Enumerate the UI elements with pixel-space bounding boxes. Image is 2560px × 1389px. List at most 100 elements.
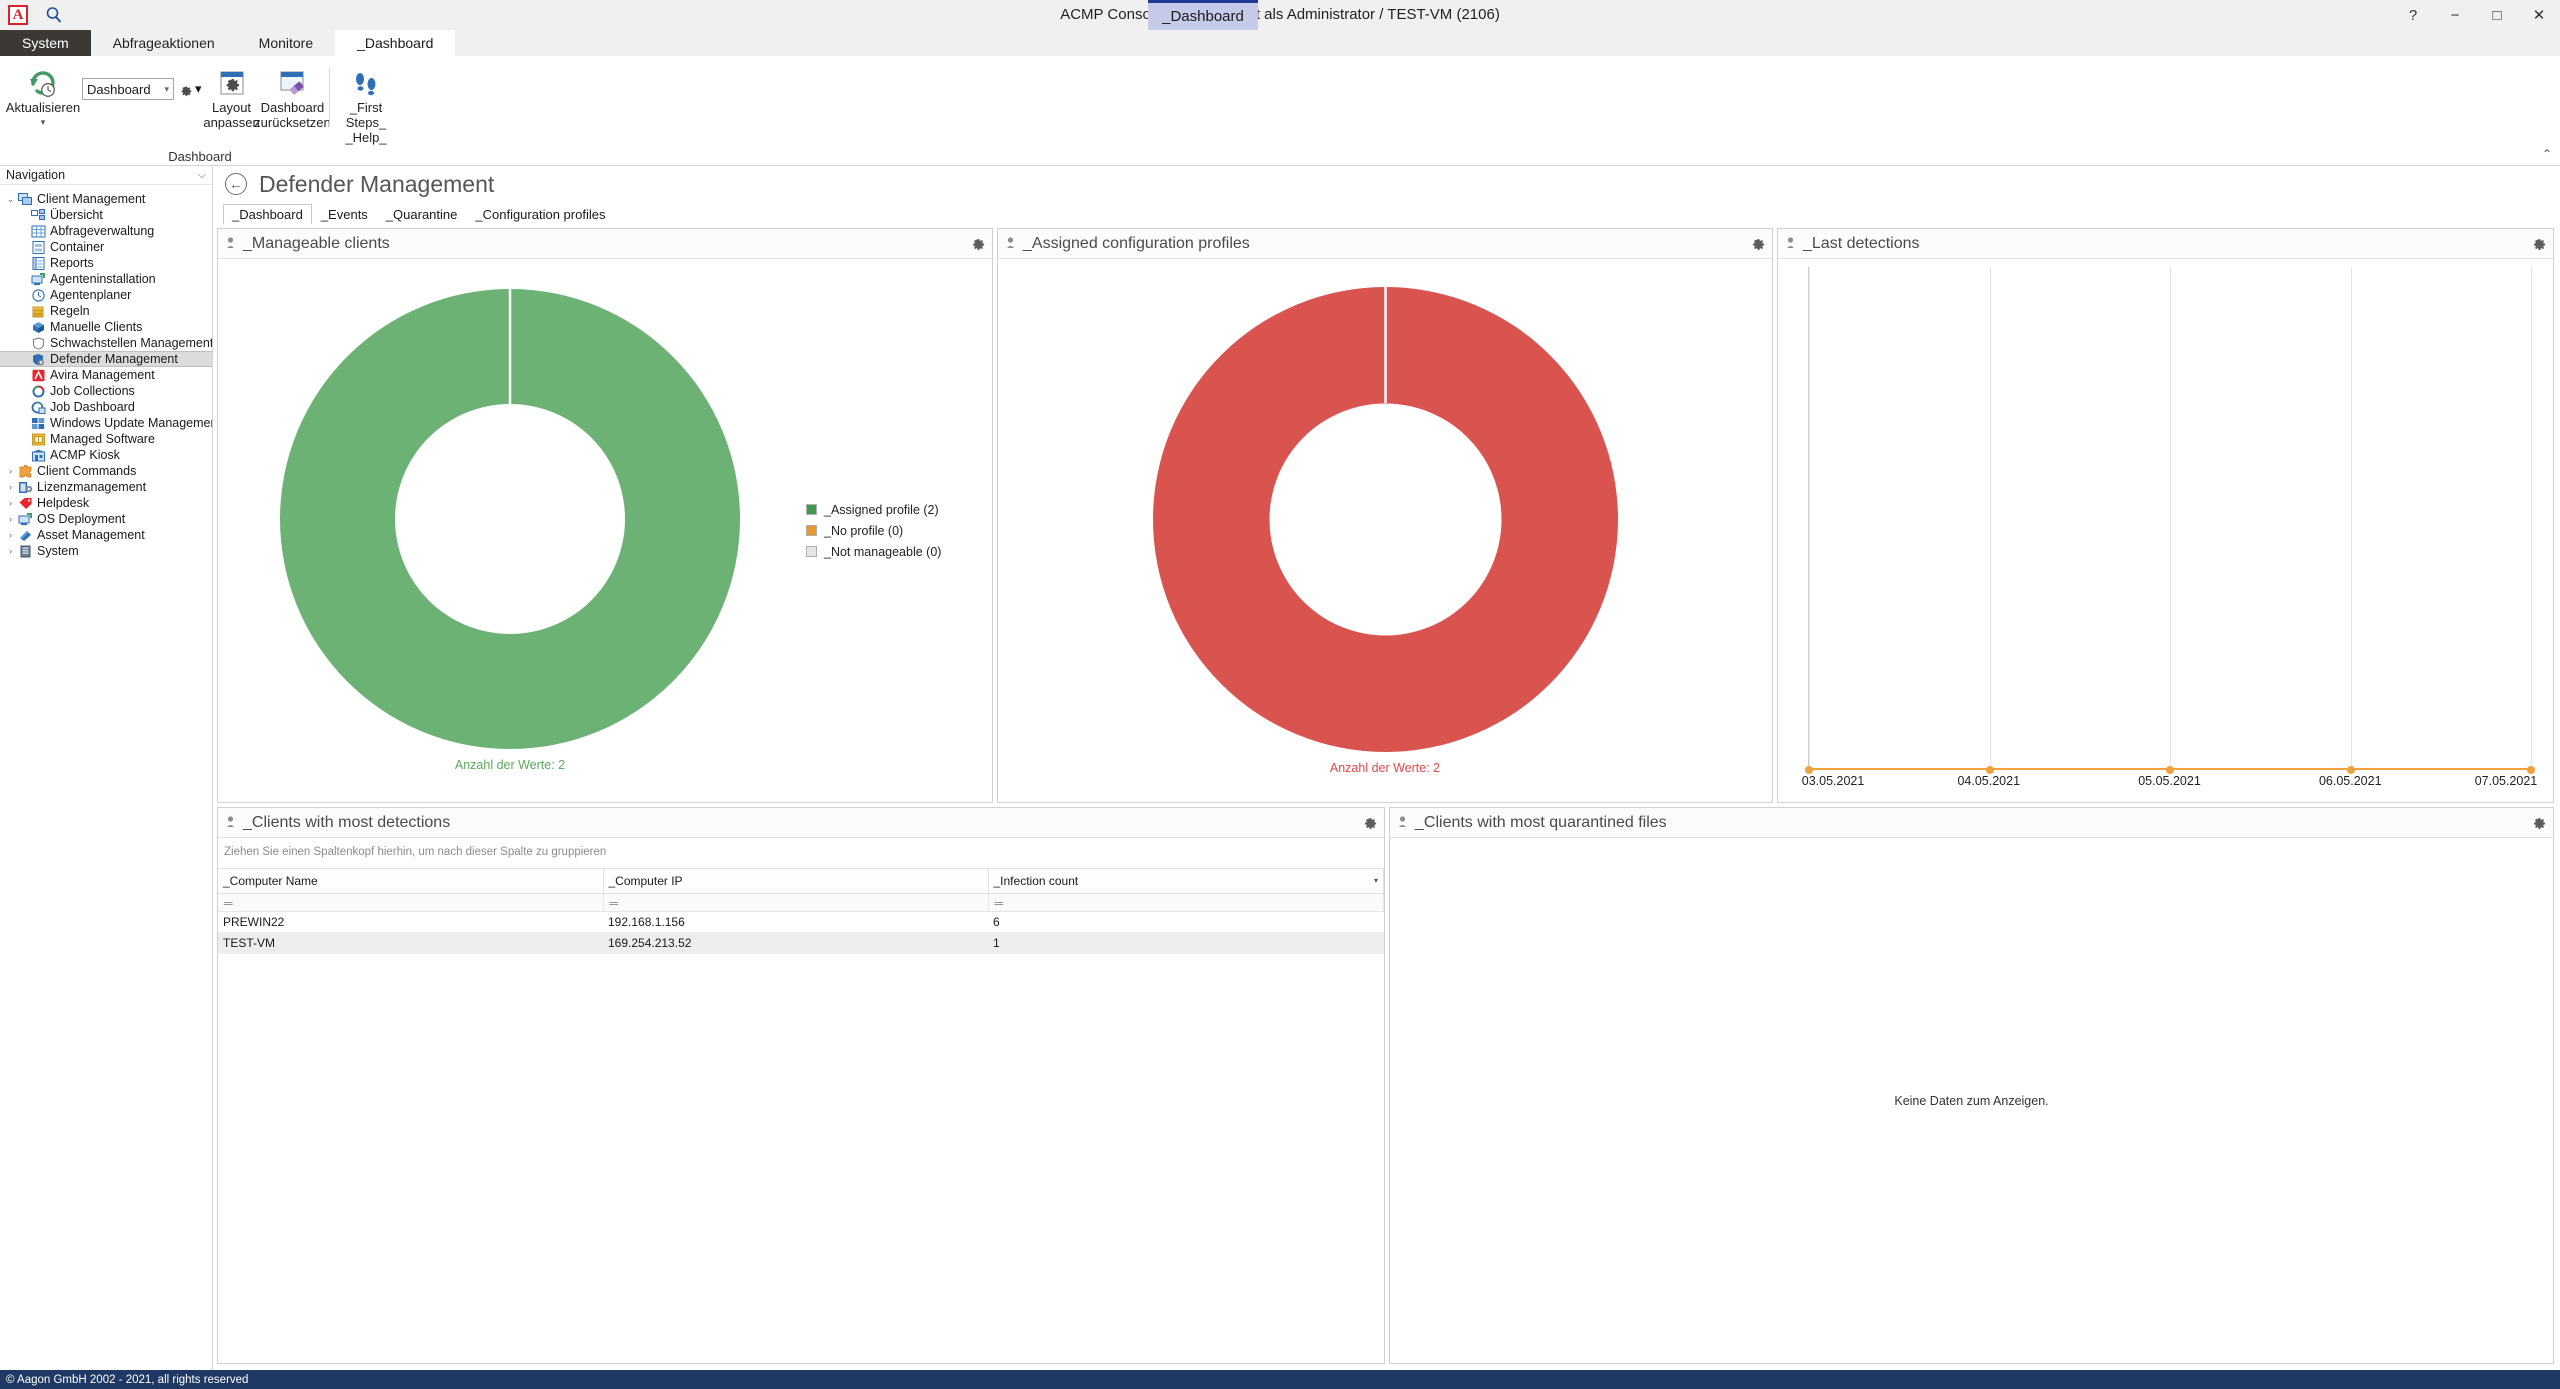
collapse-ribbon-button[interactable]: ⌃ (2542, 147, 2552, 161)
panel-title: _Manageable clients (243, 234, 390, 252)
close-button[interactable]: ✕ (2518, 0, 2560, 30)
help-button[interactable]: ? (2392, 0, 2434, 30)
sidebar-item-helpdesk[interactable]: › Helpdesk (0, 495, 212, 511)
sidebar-item-abfrageverwaltung[interactable]: Abfrageverwaltung (0, 223, 212, 239)
sidebar-item-label: Reports (50, 256, 94, 270)
gear-icon[interactable] (1749, 234, 1766, 254)
ribbon-group-label: Dashboard (168, 149, 232, 164)
sidebar-item-uebersicht[interactable]: Übersicht (0, 207, 212, 223)
navigation-sidebar: Navigation ⌵ ⌄ Client Management Übersic… (0, 166, 213, 1370)
navigation-tree: ⌄ Client Management Übersicht Abfragever… (0, 185, 212, 1370)
sidebar-item-asset-management[interactable]: › Asset Management (0, 527, 212, 543)
sidebar-item-job-collections[interactable]: Job Collections (0, 383, 212, 399)
sidebar-item-avira-management[interactable]: Avira Management (0, 367, 212, 383)
ribbon-tab-dashboard[interactable]: _Dashboard (335, 30, 456, 56)
panel-header: _Clients with most detections (218, 808, 1384, 838)
assigned-profiles-donut-wrap: Anzahl der Werte: 2 (998, 259, 1772, 802)
sidebar-item-regeln[interactable]: Regeln (0, 303, 212, 319)
panel-manageable-clients: _Manageable clients Anzahl der Werte: 2 … (217, 228, 993, 803)
panel-drag-icon (1784, 236, 1797, 252)
column-header-computer-ip[interactable]: _Computer IP (603, 868, 989, 894)
table-row[interactable]: PREWIN22 192.168.1.156 6 (218, 911, 1384, 933)
dashboard-settings-button[interactable]: ▾ (178, 81, 202, 97)
legend-label: _Assigned profile (2) (824, 502, 939, 517)
quick-access-dashboard-tab[interactable]: _Dashboard (1148, 0, 1258, 30)
refresh-dropdown-arrow[interactable]: ▾ (41, 115, 46, 130)
maximize-button[interactable]: □ (2476, 0, 2518, 30)
sidebar-item-acmp-kiosk[interactable]: ACMP Kiosk (0, 447, 212, 463)
tab-dashboard[interactable]: _Dashboard (223, 204, 312, 224)
ribbon-tab-monitore[interactable]: Monitore (237, 30, 335, 56)
expander-icon[interactable]: › (4, 498, 17, 508)
detections-table: _Computer Name _Computer IP _Infection c… (218, 868, 1384, 954)
tab-configuration-profiles[interactable]: _Configuration profiles (466, 204, 614, 224)
dashboard-select[interactable]: Dashboard ▾ (82, 78, 174, 100)
gear-icon[interactable] (2530, 813, 2547, 833)
group-by-hint[interactable]: Ziehen Sie einen Spaltenkopf hierhin, um… (218, 838, 1384, 868)
filter-cell-infection-count[interactable]: ═ (988, 893, 1384, 912)
panel-title: _Last detections (1803, 234, 1920, 252)
sidebar-item-container[interactable]: Container (0, 239, 212, 255)
filter-cell-computer-name[interactable]: ═ (218, 893, 604, 912)
sidebar-item-system[interactable]: › System (0, 543, 212, 559)
panel-body: Ziehen Sie einen Spaltenkopf hierhin, um… (218, 838, 1384, 1363)
expander-icon[interactable]: › (4, 466, 17, 476)
timeline-plot (1805, 267, 2535, 774)
sidebar-item-job-dashboard[interactable]: Job Dashboard (0, 399, 212, 415)
expander-icon[interactable]: › (4, 482, 17, 492)
pin-icon[interactable]: ⌵ (198, 169, 206, 182)
expander-icon[interactable]: › (4, 546, 17, 556)
back-button[interactable]: ← (225, 173, 247, 195)
sidebar-item-lizenzmanagement[interactable]: › Lizenzmanagement (0, 479, 212, 495)
tab-events[interactable]: _Events (312, 204, 377, 224)
ribbon-tab-abfrageaktionen[interactable]: Abfrageaktionen (91, 30, 237, 56)
gear-icon[interactable] (2530, 234, 2547, 254)
manageable-clients-legend: _Assigned profile (2) _No profile (0) _N… (802, 503, 992, 559)
sidebar-item-agentenplaner[interactable]: Agentenplaner (0, 287, 212, 303)
filter-cell-computer-ip[interactable]: ═ (603, 893, 989, 912)
sidebar-item-client-management[interactable]: ⌄ Client Management (0, 191, 212, 207)
job-collection-icon (30, 384, 46, 398)
gear-icon[interactable] (969, 234, 986, 254)
clock-icon (30, 288, 46, 302)
sidebar-item-label: Agentenplaner (50, 288, 132, 302)
sidebar-item-client-commands[interactable]: › Client Commands (0, 463, 212, 479)
panel-header: _Assigned configuration profiles (998, 229, 1772, 259)
tab-quarantine[interactable]: _Quarantine (377, 204, 467, 224)
sidebar-item-os-deployment[interactable]: › OS Deployment (0, 511, 212, 527)
legend-swatch (806, 504, 817, 515)
license-icon (17, 480, 33, 494)
cell-infection-count: 1 (988, 932, 1384, 954)
expander-icon[interactable]: › (4, 530, 17, 540)
page-header: ← Defender Management (213, 166, 2560, 202)
managed-software-icon (30, 432, 46, 446)
sidebar-item-label: Helpdesk (37, 496, 90, 510)
minimize-button[interactable]: − (2434, 0, 2476, 30)
panel-header: _Last detections (1778, 229, 2553, 259)
last-detections-chart: 03.05.2021 04.05.2021 05.05.2021 06.05.2… (1778, 259, 2553, 802)
search-icon[interactable] (44, 5, 64, 25)
sidebar-item-managed-software[interactable]: Managed Software (0, 431, 212, 447)
panel-header: _Clients with most quarantined files (1390, 808, 2553, 838)
panel-clients-most-detections: _Clients with most detections Ziehen Sie… (217, 807, 1385, 1364)
dashboard-zuruecksetzen-button[interactable]: Dashboard zurücksetzen (254, 62, 331, 134)
first-steps-help-button[interactable]: _First Steps_ _Help_ (336, 62, 396, 149)
sidebar-item-manuelle-clients[interactable]: Manuelle Clients (0, 319, 212, 335)
layout-anpassen-button[interactable]: Layout anpassen (202, 62, 262, 134)
sidebar-item-schwachstellen-management[interactable]: Schwachstellen Management (0, 335, 212, 351)
ribbon-tab-system[interactable]: System (0, 30, 91, 56)
column-header-infection-count[interactable]: _Infection count ▾ (988, 868, 1384, 894)
refresh-button[interactable]: Aktualisieren ▾ (4, 62, 82, 134)
sidebar-item-agenteninstallation[interactable]: Agenteninstallation (0, 271, 212, 287)
manageable-clients-caption: Anzahl der Werte: 2 (454, 758, 566, 772)
expander-icon[interactable]: ⌄ (4, 194, 17, 205)
gear-icon[interactable] (1361, 813, 1378, 833)
sidebar-item-windows-update-management[interactable]: Windows Update Management (0, 415, 212, 431)
expander-icon[interactable]: › (4, 514, 17, 524)
table-row[interactable]: TEST-VM 169.254.213.52 1 (218, 932, 1384, 954)
sidebar-item-label: Defender Management (50, 352, 178, 366)
column-header-computer-name[interactable]: _Computer Name (218, 868, 604, 894)
sidebar-item-reports[interactable]: Reports (0, 255, 212, 271)
gridline (2170, 267, 2171, 770)
sidebar-item-defender-management[interactable]: Defender Management (0, 351, 212, 367)
